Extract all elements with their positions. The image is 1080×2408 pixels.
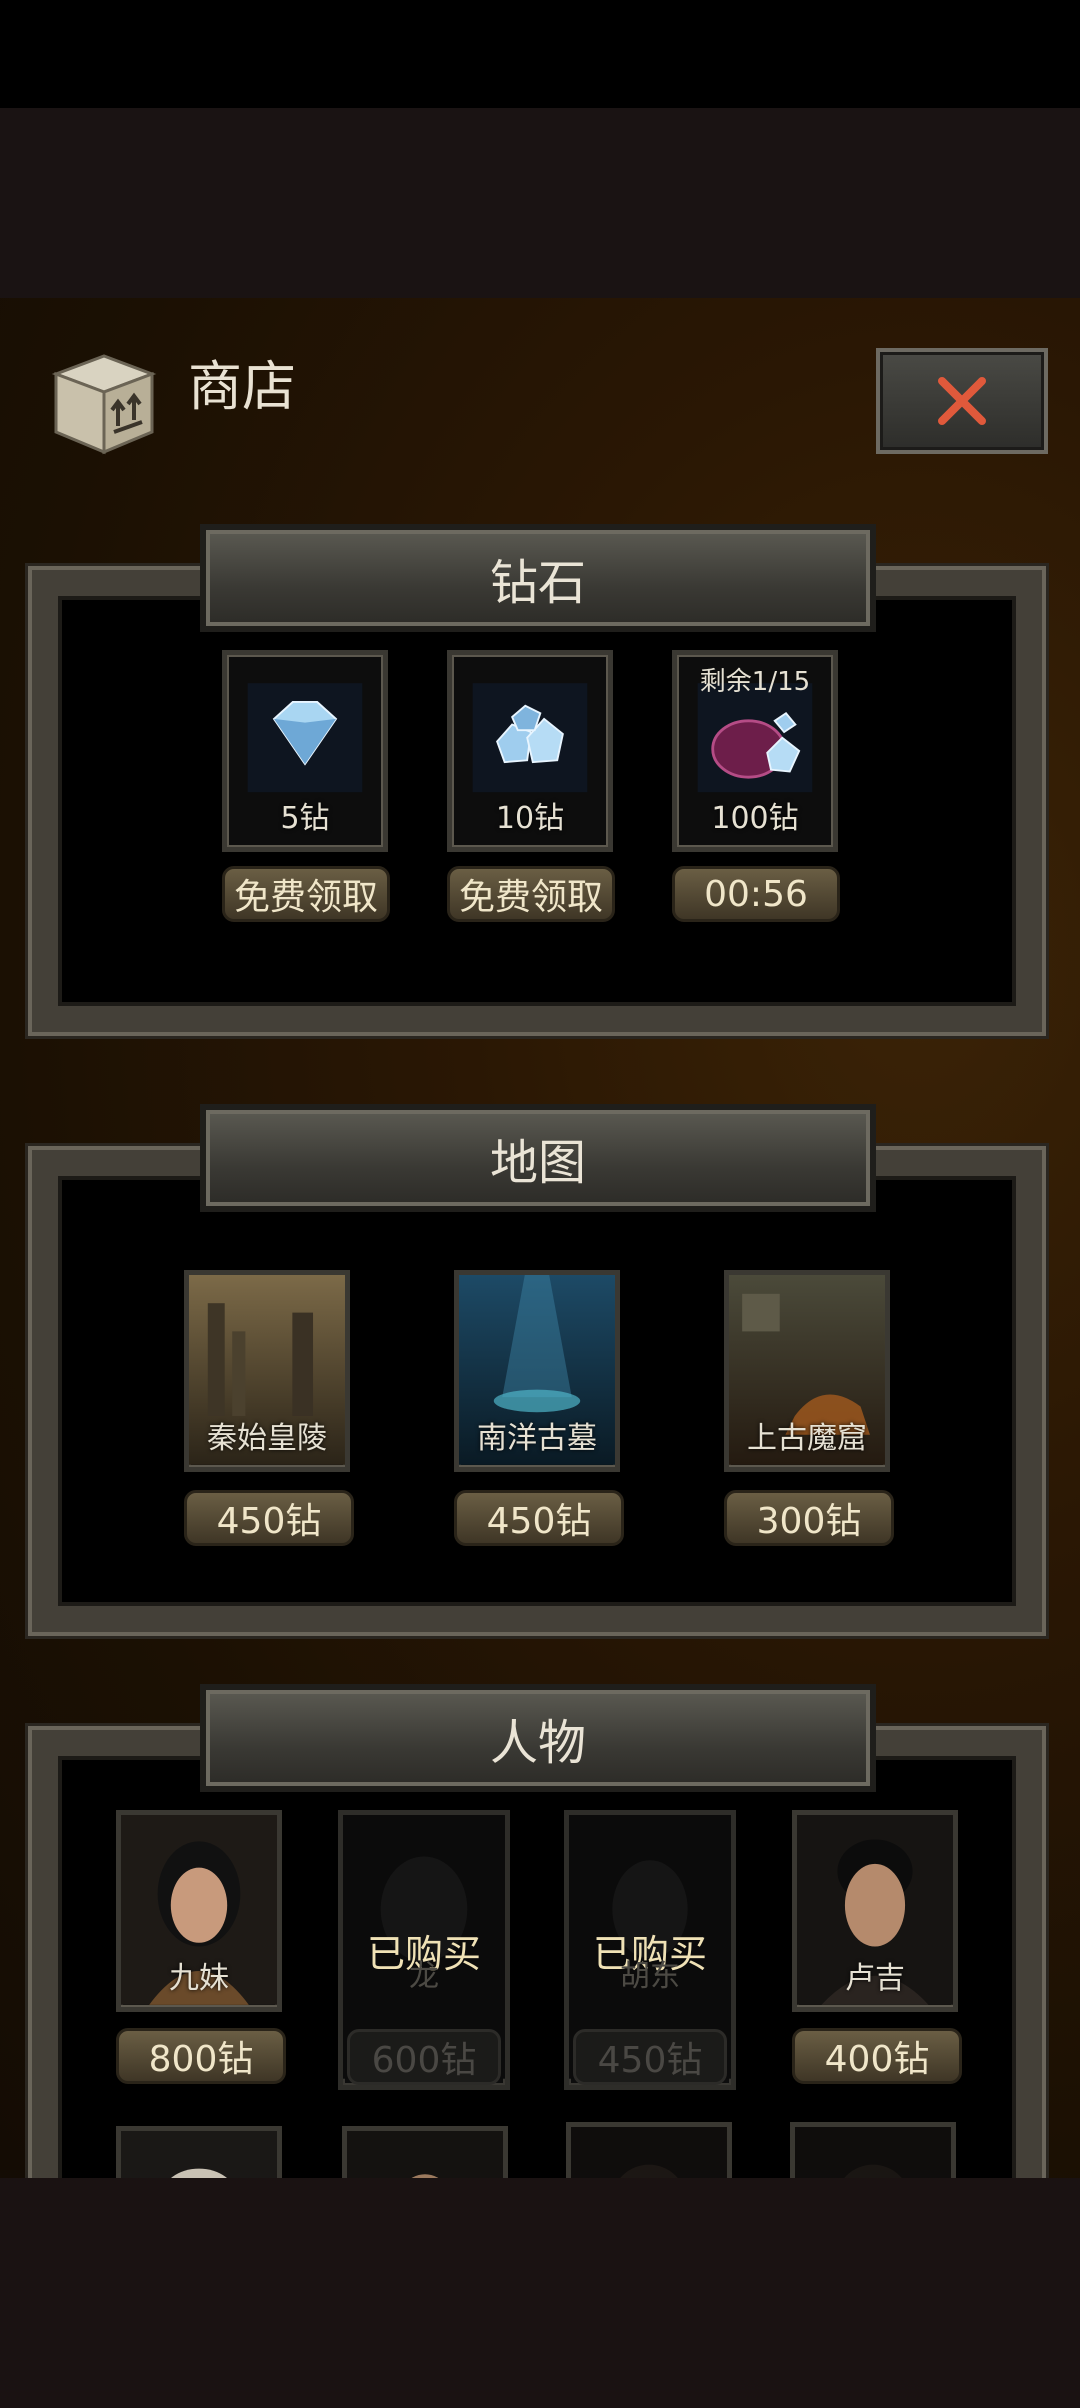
card-label: 10钻 — [495, 801, 565, 836]
character-portrait — [571, 2127, 727, 2178]
price-button[interactable]: 450钻 — [184, 1490, 354, 1546]
status-bar — [0, 0, 1080, 108]
card-label: 100钻 — [711, 801, 799, 836]
diamond-card-5[interactable]: 5钻 — [222, 650, 388, 852]
card-label: 九妹 — [169, 1961, 229, 1996]
close-button[interactable] — [876, 348, 1048, 454]
card-label: 南洋古墓 — [477, 1421, 597, 1456]
box-icon — [48, 348, 160, 460]
shop-panel: 商店 钻石 5钻 免费领取 10钻 免费领取 剩余1/15 100钻 00:56… — [0, 298, 1080, 2178]
character-card-luji[interactable]: 卢吉 — [792, 1810, 958, 2012]
character-card-long: 已购买 龙 600钻 — [338, 1810, 510, 2090]
character-card-hudong: 已购买 胡东 450钻 — [564, 1810, 736, 2090]
card-label: 卢吉 — [845, 1961, 905, 1996]
map-section-title: 地图 — [200, 1104, 876, 1212]
character-section-title: 人物 — [200, 1684, 876, 1792]
map-card-qinshihuang[interactable]: 秦始皇陵 — [184, 1270, 350, 1472]
diamond-card-100[interactable]: 剩余1/15 100钻 — [672, 650, 838, 852]
page-title: 商店 — [188, 355, 296, 418]
character-portrait — [347, 2131, 503, 2178]
card-label: 5钻 — [280, 801, 330, 836]
bottom-band — [0, 2178, 1080, 2408]
free-claim-button[interactable]: 免费领取 — [222, 866, 390, 922]
cooldown-timer: 00:56 — [672, 866, 840, 922]
diamond-section-title: 钻石 — [200, 524, 876, 632]
price-button[interactable]: 800钻 — [116, 2028, 286, 2084]
character-card[interactable] — [566, 2122, 732, 2178]
card-label: 胡东 — [620, 1959, 680, 1994]
card-label: 龙 — [409, 1959, 439, 1994]
free-claim-button[interactable]: 免费领取 — [447, 866, 615, 922]
diamond-card-10[interactable]: 10钻 — [447, 650, 613, 852]
header-band — [0, 108, 1080, 298]
remaining-count: 剩余1/15 — [699, 667, 811, 697]
character-portrait — [795, 2127, 951, 2178]
card-label: 秦始皇陵 — [207, 1421, 327, 1456]
character-portrait — [121, 2131, 277, 2178]
character-card[interactable] — [116, 2126, 282, 2178]
close-icon — [938, 377, 986, 425]
price-label: 450钻 — [573, 2029, 727, 2085]
character-card-jiumei[interactable]: 九妹 — [116, 1810, 282, 2012]
character-card[interactable] — [342, 2126, 508, 2178]
price-button[interactable]: 450钻 — [454, 1490, 624, 1546]
card-label: 上古魔窟 — [747, 1421, 867, 1456]
map-card-shanggu[interactable]: 上古魔窟 — [724, 1270, 890, 1472]
price-label: 600钻 — [347, 2029, 501, 2085]
price-button[interactable]: 400钻 — [792, 2028, 962, 2084]
map-card-nanyang[interactable]: 南洋古墓 — [454, 1270, 620, 1472]
character-card[interactable] — [790, 2122, 956, 2178]
price-button[interactable]: 300钻 — [724, 1490, 894, 1546]
